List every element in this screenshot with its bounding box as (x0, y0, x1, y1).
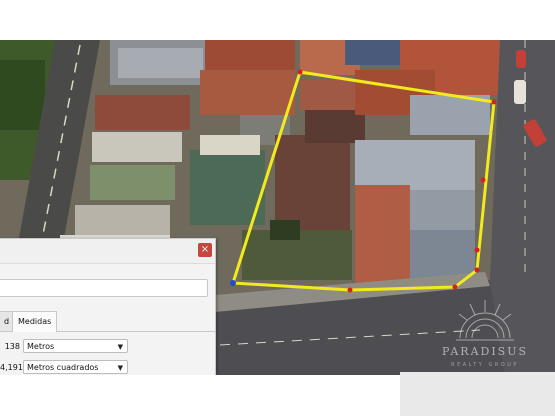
watermark-tagline: REALTY GROUP (451, 362, 519, 368)
perimeter-row: 138 Metros ▼ (0, 339, 215, 355)
perimeter-value: 138 (4, 342, 20, 351)
area-row: 4,191 Metros cuadrados ▼ (0, 360, 215, 376)
boundary-vertex[interactable] (474, 267, 480, 273)
top-margin (0, 0, 555, 40)
sunrise-logo-icon (456, 300, 514, 341)
boundary-vertex[interactable] (480, 177, 486, 183)
boundary-vertex[interactable] (474, 247, 480, 253)
boundary-start-vertex[interactable] (230, 280, 236, 286)
grey-corner-block (400, 372, 555, 416)
boundary-vertex[interactable] (347, 287, 353, 293)
dialog-titlebar[interactable]: × (0, 239, 215, 264)
boundary-vertex[interactable] (297, 69, 303, 75)
name-field[interactable] (0, 279, 208, 297)
perimeter-unit-label: Metros (27, 342, 55, 351)
watermark-brand: PARADISUS (441, 345, 529, 358)
paradisus-watermark: PARADISUS REALTY GROUP (430, 298, 540, 378)
close-icon[interactable]: × (198, 243, 212, 257)
area-unit-select[interactable]: Metros cuadrados ▼ (23, 360, 128, 374)
screenshot-frame: × d Medidas 138 Metros ▼ 4,191 Metros cu… (0, 0, 555, 416)
chevron-down-icon: ▼ (117, 364, 123, 372)
tab-medidas[interactable]: Medidas (12, 311, 58, 332)
boundary-vertex[interactable] (452, 284, 458, 290)
boundary-vertex[interactable] (491, 99, 497, 105)
area-unit-label: Metros cuadrados (27, 363, 99, 372)
chevron-down-icon: ▼ (117, 343, 123, 351)
dialog-tabs: d Medidas (0, 311, 215, 332)
measurement-dialog: × d Medidas 138 Metros ▼ 4,191 Metros cu… (0, 238, 216, 380)
perimeter-unit-select[interactable]: Metros ▼ (23, 339, 128, 353)
area-value: 4,191 (0, 363, 23, 372)
